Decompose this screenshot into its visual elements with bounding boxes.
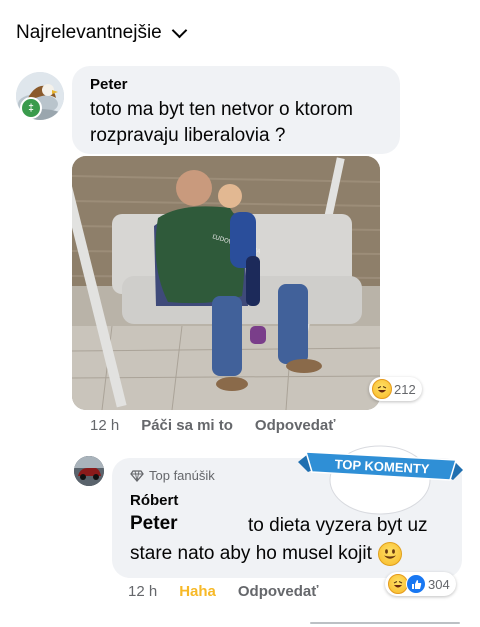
top-fan-badge: Top fanúšik: [130, 468, 215, 483]
comment-reactions[interactable]: 212: [369, 377, 422, 401]
reply-text-line2: stare nato aby ho musel kojit: [130, 543, 372, 564]
badge-label: Top fanúšik: [149, 468, 215, 483]
comment-author[interactable]: Peter: [90, 76, 128, 93]
like-button[interactable]: Páči sa mi to: [141, 417, 233, 434]
chevron-down-icon: [171, 22, 188, 39]
haha-reaction-icon: [372, 379, 392, 399]
comment-text: toto ma byt ten netvor o ktorom rozprava…: [90, 99, 353, 146]
reply-time[interactable]: 12 h: [128, 583, 157, 600]
home-indicator: [310, 622, 460, 624]
tagged-user[interactable]: Peter: [130, 513, 178, 535]
photo-image: ĽUDOVÁ STRANA: [72, 156, 380, 410]
sort-label: Najrelevantnejšie: [16, 22, 162, 43]
diamond-icon: [130, 469, 144, 482]
reply-button[interactable]: Odpovedať: [238, 583, 319, 600]
comments-section: Najrelevantnejšie ‡ Peter toto ma byt te…: [0, 0, 480, 627]
sort-dropdown[interactable]: Najrelevantnejšie: [16, 22, 188, 44]
reply-author[interactable]: Róbert: [130, 492, 178, 509]
reply-text-line2-row: stare nato aby ho musel kojit: [130, 542, 402, 566]
reply-button[interactable]: Odpovedať: [255, 417, 336, 434]
reaction-count: 212: [394, 381, 416, 397]
comment-actions: 12 h Páči sa mi to Odpovedať: [90, 417, 335, 434]
like-reaction-icon: [406, 574, 426, 594]
flag-badge-icon: ‡: [20, 97, 42, 119]
smiling-face-icon: [377, 542, 402, 566]
haha-reaction-icon: [388, 574, 408, 594]
reply-actions: 12 h Haha Odpovedať: [128, 583, 318, 600]
comment-time[interactable]: 12 h: [90, 417, 119, 434]
avatar-image: [74, 456, 104, 486]
reply-reactions[interactable]: 304: [385, 572, 456, 596]
top-komenty-banner: TOP KOMENTY: [298, 445, 463, 515]
avatar-robert[interactable]: [74, 456, 104, 486]
comment-photo[interactable]: ĽUDOVÁ STRANA: [72, 156, 380, 410]
haha-reaction-button[interactable]: Haha: [179, 583, 216, 600]
reaction-count: 304: [428, 576, 450, 592]
comment-bubble: Peter toto ma byt ten netvor o ktorom ro…: [72, 66, 400, 154]
